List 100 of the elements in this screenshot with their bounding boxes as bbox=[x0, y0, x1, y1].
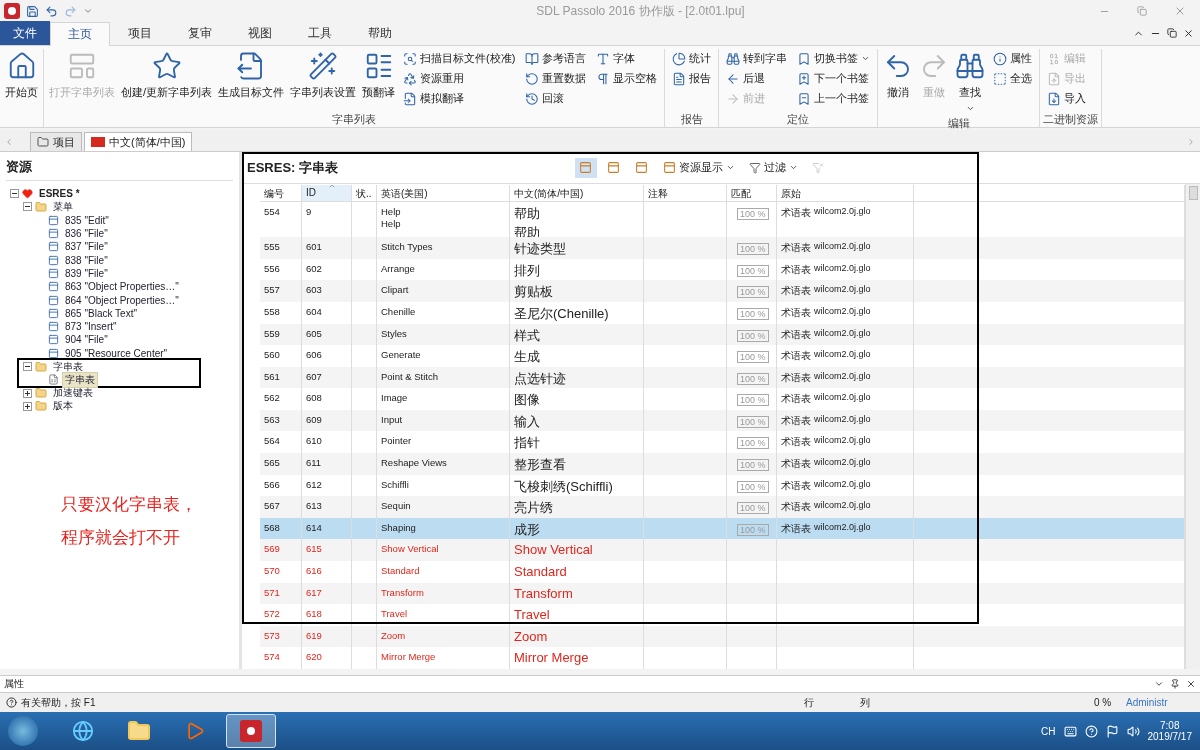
restore-icon[interactable] bbox=[1167, 28, 1177, 38]
ribbon-button[interactable]: 属性 bbox=[991, 49, 1035, 68]
tree-item[interactable]: ESRES * bbox=[36, 187, 83, 201]
table-row[interactable]: 563 609 Input 输入 100 % 术语表 wilcom2.0j.glo bbox=[260, 409, 1185, 432]
tree-item[interactable]: 863 "Object Properties…" bbox=[62, 280, 182, 294]
tree-item[interactable]: 835 "Edit" bbox=[62, 213, 112, 227]
window-icon bbox=[48, 321, 59, 333]
tree-item[interactable]: 837 "File" bbox=[62, 240, 111, 254]
collapse-icon[interactable] bbox=[23, 362, 32, 371]
origin-text: 术语表 bbox=[781, 500, 811, 515]
table-row[interactable]: 573 619 Zoom Zoom bbox=[260, 625, 1185, 648]
menu-tab[interactable]: 项目 bbox=[110, 21, 170, 45]
menu-tab[interactable]: 文件 bbox=[0, 21, 50, 45]
translation-text: 生成 bbox=[514, 348, 541, 367]
tree-item[interactable]: 865 "Black Text" bbox=[62, 306, 140, 320]
menu-tab[interactable]: 工具 bbox=[290, 21, 350, 45]
dropdown-icon[interactable] bbox=[1154, 679, 1164, 689]
toolbar-button[interactable]: 资源显示 bbox=[659, 157, 739, 178]
language-indicator[interactable]: CH bbox=[1041, 725, 1056, 737]
ribbon-button[interactable]: 生成目标文件 bbox=[216, 49, 287, 111]
ribbon-button[interactable]: 预翻译 bbox=[360, 49, 398, 111]
ribbon-button[interactable]: 显示空格 bbox=[594, 69, 660, 88]
undo-button[interactable] bbox=[45, 4, 58, 18]
ribbon-button[interactable]: 切换书签 bbox=[795, 49, 873, 68]
tree-item[interactable]: 904 "File" bbox=[62, 333, 111, 347]
column-header[interactable]: ID bbox=[302, 185, 352, 201]
help-icon[interactable] bbox=[1084, 724, 1098, 738]
keyboard-icon[interactable] bbox=[1063, 724, 1077, 738]
status-percent: 0 % bbox=[1094, 697, 1113, 708]
ribbon-button[interactable]: 转到字串 bbox=[724, 49, 790, 68]
tree-item[interactable]: 905 "Resource Center" bbox=[62, 346, 171, 360]
menu-tab[interactable]: 复审 bbox=[170, 21, 230, 45]
flag-icon[interactable] bbox=[1105, 724, 1119, 738]
tree-item[interactable]: 836 "File" bbox=[62, 227, 111, 241]
table-row[interactable]: 555 601 Stitch Types 针迹类型 100 % 术语表 wilcom2.0j.glo bbox=[260, 237, 1185, 259]
customize-button[interactable] bbox=[83, 6, 93, 16]
ribbon-button[interactable]: 下一个书签 bbox=[795, 69, 873, 88]
ribbon-button[interactable]: 开始页 bbox=[3, 49, 40, 111]
ribbon-button[interactable]: 扫描目标文件(校准) bbox=[401, 49, 518, 68]
flag-icon bbox=[91, 137, 105, 147]
table-row[interactable]: 557 603 Clipart 剪贴板 100 % 术语表 wilcom2.0j.glo bbox=[260, 280, 1185, 302]
start-button[interactable] bbox=[8, 716, 38, 746]
menu-tab[interactable]: 主页 bbox=[50, 22, 110, 46]
match-value: 100 % bbox=[737, 523, 769, 536]
toolbar-button[interactable] bbox=[575, 157, 597, 178]
column-header[interactable]: 状.. bbox=[352, 185, 377, 201]
ribbon-button[interactable]: 字体 bbox=[594, 49, 660, 68]
taskbar-app[interactable] bbox=[226, 714, 276, 748]
ribbon-button[interactable]: 回滚 bbox=[523, 89, 589, 108]
document-icon bbox=[48, 374, 59, 386]
table-row[interactable]: 567 613 Sequin 亮片绣 100 % 术语表 wilcom2.0j.glo bbox=[260, 496, 1185, 518]
match-value: 100 % bbox=[737, 415, 769, 428]
expand-icon[interactable] bbox=[23, 388, 32, 398]
document-tab[interactable]: 中文(简体/中国) bbox=[84, 132, 193, 151]
ribbon-button[interactable]: 导入 bbox=[1045, 89, 1089, 108]
tree-item[interactable]: 839 "File" bbox=[62, 266, 111, 280]
menu-tab[interactable]: 帮助 bbox=[350, 21, 410, 45]
ribbon-button[interactable]: 模拟翻译 bbox=[401, 89, 518, 108]
ribbon-button[interactable]: 查找 bbox=[953, 49, 988, 115]
match-value: 100 % bbox=[737, 372, 769, 385]
collapse-icon[interactable] bbox=[10, 189, 19, 199]
volume-icon[interactable] bbox=[1126, 724, 1140, 738]
source-text: Generate bbox=[381, 349, 422, 361]
document-tab[interactable]: 项目 bbox=[30, 132, 82, 151]
ribbon-button[interactable]: 全选 bbox=[991, 69, 1035, 88]
ribbon-button[interactable]: 字串列表设置 bbox=[288, 49, 359, 111]
expand-icon[interactable] bbox=[23, 401, 32, 411]
menu-tab[interactable]: 视图 bbox=[230, 21, 290, 45]
pin-icon[interactable] bbox=[1170, 679, 1180, 689]
annotation-text: 只要汉化字串表， bbox=[61, 494, 198, 517]
table-row[interactable]: 568 614 Shaping 成形 100 % 术语表 wilcom2.0j.glo bbox=[260, 517, 1185, 540]
tree-item[interactable]: 字串表 bbox=[62, 371, 98, 388]
collapse-icon[interactable] bbox=[23, 202, 32, 212]
tree-item[interactable]: 864 "Object Properties…" bbox=[62, 293, 182, 307]
table-row[interactable]: 565 611 Reshape Views 整形查看 100 % 术语表 wilcom2.0j.glo bbox=[260, 453, 1185, 475]
translation-text: Standard bbox=[514, 564, 568, 580]
clock[interactable]: 7:08 2019/7/17 bbox=[1147, 720, 1192, 742]
ribbon-button[interactable]: 撤消 bbox=[881, 49, 916, 115]
scrollbar[interactable] bbox=[1185, 184, 1200, 669]
tree-item[interactable]: 菜单 bbox=[50, 198, 76, 215]
table-row[interactable]: 559 605 Styles 样式 100 % 术语表 wilcom2.0j.glo bbox=[260, 323, 1185, 346]
tree-item[interactable]: 873 "Insert" bbox=[62, 320, 120, 334]
close-icon[interactable] bbox=[1183, 27, 1194, 39]
save-button[interactable] bbox=[26, 4, 39, 18]
origin-file: wilcom2.0j.glo bbox=[814, 262, 871, 275]
ribbon-button[interactable]: 重置数据 bbox=[523, 69, 589, 88]
ribbon-button[interactable]: 报告 bbox=[670, 69, 714, 88]
ribbon-button[interactable]: 参考语言 bbox=[523, 49, 589, 68]
ribbon-button[interactable]: 上一个书签 bbox=[795, 89, 873, 108]
table-row[interactable]: 561 607 Point & Stitch 点选针迹 100 % 术语表 wilcom2.0j.glo bbox=[260, 366, 1185, 389]
ribbon-button[interactable]: 创建/更新字串列表 bbox=[119, 49, 215, 111]
ribbon-button[interactable]: 后退 bbox=[724, 69, 790, 88]
close-icon[interactable] bbox=[1186, 679, 1196, 689]
ribbon-button[interactable]: 统计 bbox=[670, 49, 714, 68]
table-row[interactable]: 569 615 Show Vertical Show Vertical bbox=[260, 539, 1185, 562]
translation-text: 输入 bbox=[514, 412, 541, 431]
tree-item[interactable]: 838 "File" bbox=[62, 253, 111, 267]
toolbar-button[interactable]: 过滤 bbox=[745, 157, 802, 178]
table-row[interactable]: 571 617 Transform Transform bbox=[260, 582, 1185, 605]
ribbon-button[interactable]: 资源重用 bbox=[401, 69, 518, 88]
